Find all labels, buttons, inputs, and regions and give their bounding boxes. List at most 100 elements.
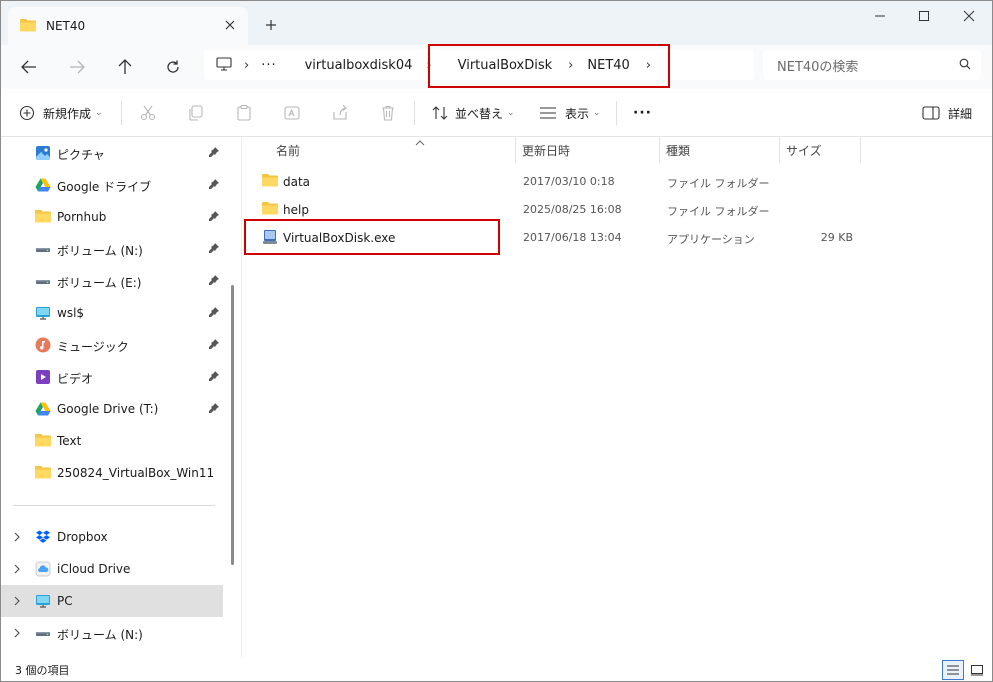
new-button[interactable]: 新規作成 ⌄ [19,99,103,127]
chevron-right-icon[interactable] [13,531,21,545]
breadcrumb-chevron-icon[interactable]: › [646,58,651,73]
close-window-button[interactable] [946,1,992,31]
pictures-icon [35,145,51,161]
chevron-right-icon[interactable] [13,627,21,641]
file-explorer-window: NET40 › ··· virtualboxdisk04 › VirtualBo… [0,0,993,682]
pin-icon[interactable] [208,146,220,161]
folder-icon [35,433,51,449]
breadcrumb-virtualboxdisk[interactable]: VirtualBoxDisk [458,58,553,73]
breadcrumb-virtualboxdisk04[interactable]: virtualboxdisk04 [305,58,413,73]
pin-icon[interactable] [208,178,220,193]
details-view-icon [947,665,959,675]
view-button[interactable]: 表示 ⌄ [539,99,601,127]
sidebar-item-videos[interactable]: ビデオ [1,363,223,391]
folder-icon [262,201,278,218]
refresh-icon [167,60,179,73]
tab-close-button[interactable] [222,17,238,33]
view-button-label: 表示 [565,106,590,121]
tiles-view-button[interactable] [966,660,988,680]
copy-button[interactable] [187,99,205,127]
file-row-help[interactable]: help 2025/08/25 16:08 ファイル フォルダー [242,195,862,223]
pin-icon[interactable] [208,370,220,385]
pin-icon[interactable] [208,242,220,257]
sidebar-item-volume-e[interactable]: ボリューム (E:) [1,267,223,295]
forward-button[interactable] [61,53,93,81]
sidebar-item-icloud-drive[interactable]: iCloud Drive [1,555,223,583]
sort-button[interactable]: 並べ替え ⌄ [431,99,515,127]
toolbar-divider [121,101,122,125]
details-pane-icon [922,106,940,120]
refresh-button[interactable] [157,53,189,81]
file-row-virtualboxdisk-exe[interactable]: VirtualBoxDisk.exe 2017/06/18 13:04 アプリケ… [242,223,862,251]
pin-icon[interactable] [208,274,220,289]
application-icon [262,229,278,248]
breadcrumb-chevron-icon[interactable]: › [568,58,573,73]
sidebar-item-dropbox[interactable]: Dropbox [1,523,223,551]
column-header-size[interactable]: サイズ [780,137,861,163]
minimize-button[interactable] [857,1,903,31]
tab-net40[interactable]: NET40 [8,7,248,45]
search-input[interactable]: NET40の検索 [763,50,981,80]
column-header-modified[interactable]: 更新日時 [516,137,660,163]
search-icon[interactable] [959,58,971,73]
sidebar-item-label: ボリューム (E:) [57,276,142,290]
sidebar-item-pc[interactable]: PC [1,585,223,617]
details-pane-button[interactable]: 詳細 [922,99,972,127]
sidebar-item-label: ボリューム (N:) [57,244,143,258]
sidebar-item-music[interactable]: ミュージック [1,331,223,359]
sidebar-item-volume-n-location[interactable]: ボリューム (N:) [1,619,223,647]
sidebar-item-pornhub[interactable]: Pornhub [1,203,223,231]
sidebar-scrollbar[interactable] [231,285,234,565]
file-modified: 2017/03/10 0:18 [523,175,615,188]
pin-icon[interactable] [208,402,220,417]
icloud-icon [35,561,51,577]
new-tab-button[interactable] [259,13,283,37]
search-placeholder: NET40の検索 [777,59,859,75]
column-header-type[interactable]: 種類 [660,137,780,163]
sidebar-item-text[interactable]: Text [1,427,223,455]
cut-button[interactable] [139,99,157,127]
sidebar-item-wsl[interactable]: wsl$ [1,299,223,327]
plus-icon [266,20,276,30]
column-header-name[interactable]: 名前 [270,137,516,163]
delete-button[interactable] [379,99,397,127]
pin-icon[interactable] [208,306,220,321]
paste-button[interactable] [235,99,253,127]
maximize-button[interactable] [901,1,947,31]
breadcrumb-chevron-icon[interactable]: › [244,58,249,73]
sidebar-item-label: iCloud Drive [57,562,131,576]
arrow-left-icon [21,60,36,74]
tab-title: NET40 [46,19,86,33]
chevron-right-icon[interactable] [13,595,21,609]
pin-icon[interactable] [208,338,220,353]
breadcrumb-net40[interactable]: NET40 [587,58,629,73]
share-icon [333,105,347,120]
address-bar[interactable]: › ··· virtualboxdisk04 › VirtualBoxDisk … [204,50,754,80]
breadcrumb-overflow[interactable]: ··· [261,58,276,73]
sidebar-item-google-drive[interactable]: Google ドライブ [1,171,223,199]
sidebar-item-volume-n[interactable]: ボリューム (N:) [1,235,223,263]
sidebar-item-label: Text [57,434,82,448]
more-options-button[interactable]: ··· [633,99,652,127]
sidebar-item-label: ビデオ [57,372,94,386]
share-button[interactable] [331,99,349,127]
sidebar-item-label: Google ドライブ [57,180,152,194]
pin-icon[interactable] [208,210,220,225]
trash-icon [382,105,394,121]
sidebar-item-250824-virtualbox-win11[interactable]: 250824_VirtualBox_Win11 [1,459,223,487]
chevron-right-icon[interactable] [13,563,21,577]
details-view-button[interactable] [942,660,964,680]
rename-button[interactable] [283,99,301,127]
google-drive-icon [35,401,51,417]
clipboard-icon [237,104,251,121]
sidebar-item-google-drive-t[interactable]: Google Drive (T:) [1,395,223,423]
sort-button-label: 並べ替え [455,106,504,121]
toolbar-divider [616,101,617,125]
back-button[interactable] [13,53,45,81]
sidebar-item-pictures[interactable]: ピクチャ [1,139,223,167]
up-button[interactable] [109,53,141,81]
breadcrumb-chevron-icon[interactable]: › [426,58,431,73]
file-row-data[interactable]: data 2017/03/10 0:18 ファイル フォルダー [242,167,862,195]
file-type: アプリケーション [667,233,755,246]
pc-icon[interactable] [216,56,232,74]
